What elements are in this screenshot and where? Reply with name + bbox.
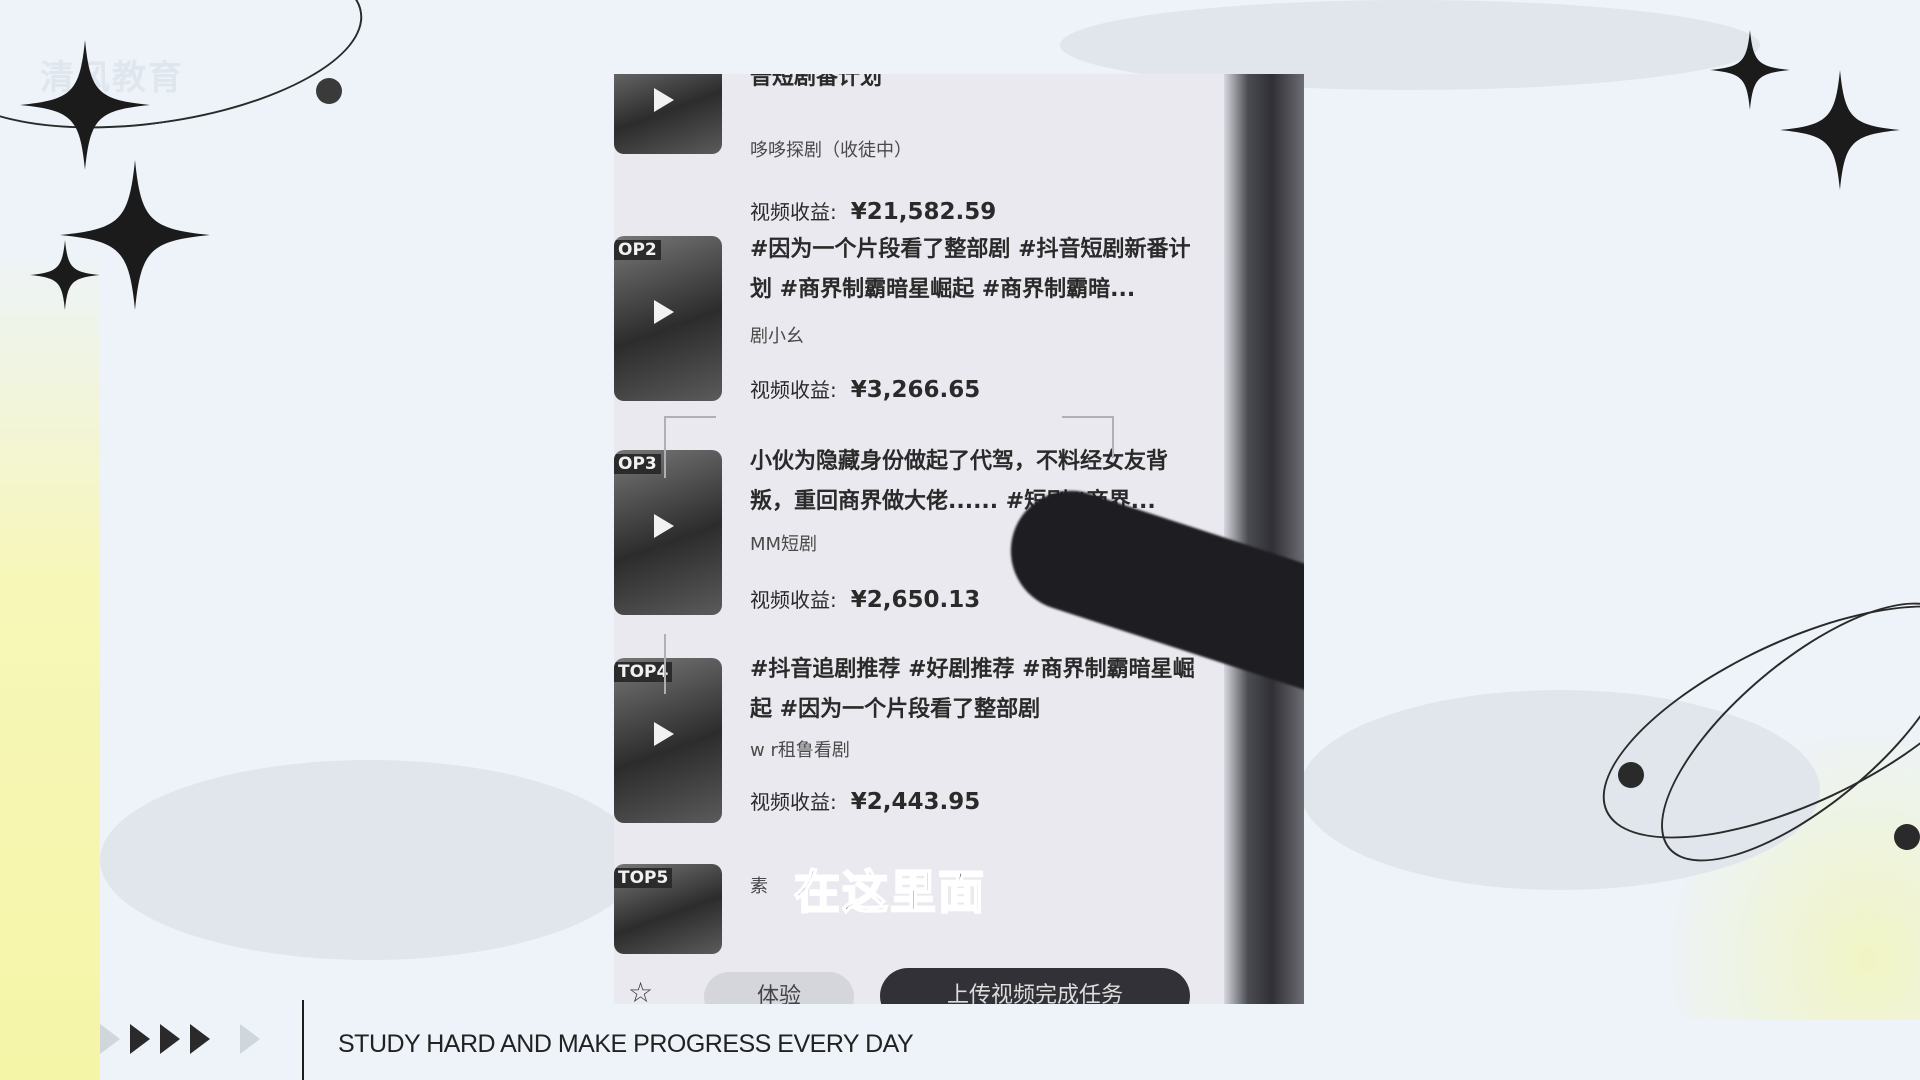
orbit-dot-decor [1618, 762, 1644, 788]
phone-edge [1224, 74, 1304, 1004]
video-earnings: 视频收益: ¥3,266.65 [750, 374, 980, 403]
arrow-decor [100, 1024, 260, 1054]
cloud-decor [100, 760, 640, 960]
video-title: 普短剧番计划 [750, 74, 883, 90]
video-author: 哆哆探剧（收徒中） [750, 140, 912, 161]
rank-badge: TOP5 [614, 868, 673, 888]
experience-button[interactable]: 体验 [704, 972, 854, 1004]
video-thumbnail[interactable]: TOP5 [614, 864, 722, 954]
focus-bracket [664, 416, 716, 478]
rank-badge: OP2 [614, 240, 661, 260]
footer-slogan: STUDY HARD AND MAKE PROGRESS EVERY DAY [338, 1030, 914, 1058]
video-title: #因为一个片段看了整部剧 #抖音短剧新番计划 #商界制霸暗星崛起 #商界制霸暗.… [750, 237, 1191, 302]
phone-screen: 普短剧番计划 哆哆探剧（收徒中） 视频收益: ¥21,582.59 OP2 #因为… [614, 74, 1304, 1004]
earnings-amount: ¥21,582.59 [850, 199, 997, 225]
video-thumbnail[interactable]: OP2 [614, 236, 722, 401]
orbit-dot-decor [1894, 824, 1920, 850]
earnings-label: 视频收益: [750, 790, 837, 814]
focus-bracket [664, 634, 668, 694]
rank-badge: OP3 [614, 454, 661, 474]
video-earnings: 视频收益: ¥2,443.95 [750, 786, 980, 815]
upload-task-button[interactable]: 上传视频完成任务 [880, 968, 1190, 1004]
earnings-label: 视频收益: [750, 378, 837, 402]
earnings-label: 视频收益: [750, 588, 837, 612]
video-author: 素 [750, 876, 768, 897]
sparkle-icon [30, 240, 100, 310]
video-title: #抖音追剧推荐 #好剧推荐 #商界制霸暗星崛起 #因为一个片段看了整部剧 [750, 657, 1195, 722]
sparkle-icon [20, 40, 150, 170]
play-icon [654, 514, 674, 538]
video-author: w r租鲁看剧 [750, 740, 850, 761]
video-thumbnail[interactable]: TOP4 [614, 658, 722, 823]
star-icon[interactable]: ☆ [628, 976, 653, 1004]
video-author: 剧小幺 [750, 326, 804, 347]
earnings-label: 视频收益: [750, 200, 837, 224]
video-earnings: 视频收益: ¥2,650.13 [750, 584, 980, 613]
video-thumbnail[interactable] [614, 74, 722, 154]
earnings-amount: ¥2,650.13 [850, 587, 981, 613]
play-icon [654, 722, 674, 746]
earnings-amount: ¥2,443.95 [850, 789, 981, 815]
play-icon [654, 88, 674, 112]
earnings-amount: ¥3,266.65 [850, 377, 981, 403]
yellow-gradient-decor [0, 250, 100, 1080]
play-icon [654, 300, 674, 324]
video-earnings: 视频收益: ¥21,582.59 [750, 196, 996, 225]
footer-divider [302, 1000, 304, 1080]
orbit-dot-decor [316, 78, 342, 104]
focus-bracket [1062, 416, 1114, 458]
video-author: MM短剧 [750, 534, 818, 555]
sparkle-icon [1710, 30, 1790, 110]
video-subtitle: 在这里面 [793, 864, 986, 920]
sparkle-icon [1780, 70, 1900, 190]
